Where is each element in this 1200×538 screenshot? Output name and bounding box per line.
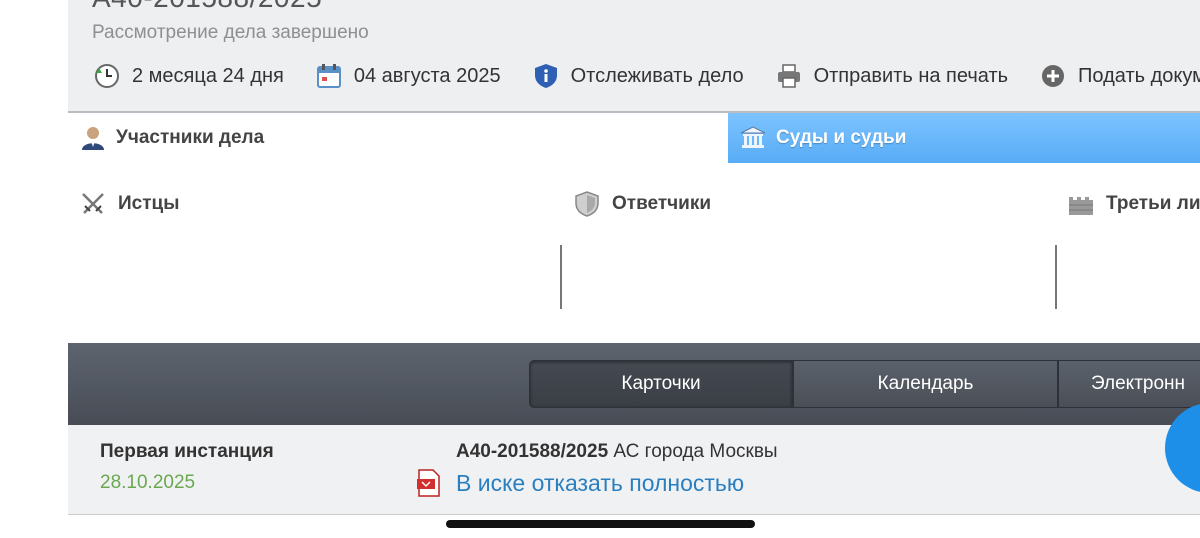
date-item: 04 августа 2025: [316, 60, 501, 92]
tab-courts[interactable]: Суды и судьи: [728, 113, 1200, 163]
instance-case-number: А40-201588/2025: [456, 441, 609, 462]
clock-icon: [95, 64, 119, 88]
courthouse-icon: [740, 126, 766, 148]
track-case-label: Отслеживать дело: [570, 64, 744, 87]
tab-courts-label: Суды и судьи: [776, 127, 907, 148]
case-status: Рассмотрение дела завершено: [92, 22, 369, 43]
view-switch-bar: Карточки Календарь Электронн: [68, 343, 1200, 425]
plus-circle-icon: [1042, 65, 1065, 87]
person-icon: [82, 127, 104, 150]
case-actions: 2 месяца 24 дня 04 августа 2025 Отслежив…: [94, 60, 1200, 92]
case-header: А40-201588/2025 Рассмотрение дела заверш…: [68, 0, 1200, 113]
segment-cards[interactable]: Карточки: [529, 360, 793, 408]
instance-court: АС города Москвы: [608, 441, 778, 462]
tab-participants[interactable]: Участники дела: [68, 113, 728, 163]
submit-document-label: Подать докум: [1078, 64, 1200, 87]
third-parties-label: Третьи ли: [1106, 193, 1200, 214]
submit-document-button[interactable]: Подать докум: [1040, 60, 1200, 92]
case-number: А40-201588/2025: [92, 0, 322, 14]
track-case-button[interactable]: Отслеживать дело: [533, 60, 744, 92]
print-button[interactable]: Отправить на печать: [776, 60, 1008, 92]
instance-case-line: А40-201588/2025 АС города Москвы: [456, 441, 778, 463]
defendants-label: Ответчики: [612, 193, 712, 214]
shield-icon: [575, 191, 599, 217]
decision-label: В иске отказать полностью: [456, 469, 745, 496]
defendants-heading: Ответчики: [574, 191, 711, 217]
decision-link[interactable]: В иске отказать полностью: [416, 469, 744, 497]
tab-participants-label: Участники дела: [116, 127, 265, 148]
instance-date: 28.10.2025: [100, 472, 196, 493]
crossed-swords-icon: [82, 193, 104, 214]
tab-row: Участники дела Суды и судьи: [68, 113, 1200, 163]
instance-row: Первая инстанция 28.10.2025 А40-201588/2…: [68, 425, 1200, 515]
print-label: Отправить на печать: [813, 64, 1009, 87]
printer-icon: [777, 64, 800, 88]
parties-panel: Истцы Ответчики Третьи ли: [68, 163, 1200, 343]
segment-electronic[interactable]: Электронн: [1058, 360, 1200, 408]
shield-info-icon: [534, 64, 557, 88]
pdf-icon: [417, 469, 440, 497]
date-label: 04 августа 2025: [353, 64, 501, 87]
segment-calendar[interactable]: Календарь: [793, 360, 1058, 408]
duration-label: 2 месяца 24 дня: [132, 64, 284, 87]
castle-wall-icon: [1069, 197, 1093, 215]
home-indicator: [446, 520, 755, 528]
duration-item: 2 месяца 24 дня: [94, 60, 284, 92]
plaintiffs-heading: Истцы: [80, 191, 179, 217]
third-parties-heading: Третьи ли: [1068, 191, 1200, 217]
column-divider: [560, 245, 562, 309]
plaintiffs-label: Истцы: [118, 193, 180, 214]
instance-title: Первая инстанция: [100, 441, 274, 462]
calendar-icon: [316, 64, 341, 88]
column-divider: [1055, 245, 1057, 309]
